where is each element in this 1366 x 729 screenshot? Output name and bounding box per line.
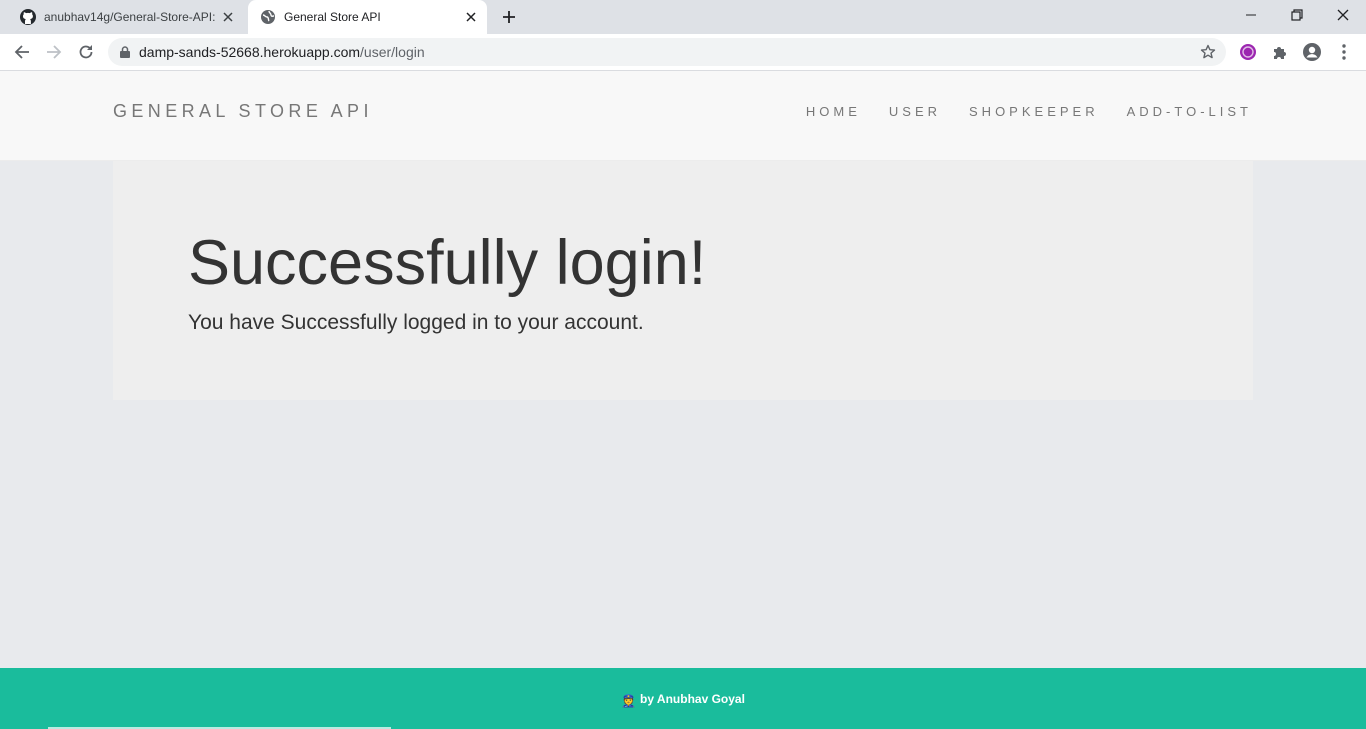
tab-title: anubhav14g/General-Store-API: T xyxy=(44,10,216,24)
close-window-button[interactable] xyxy=(1320,0,1366,30)
extensions-puzzle-icon[interactable] xyxy=(1270,42,1290,62)
url-text: damp-sands-52668.herokuapp.com/user/logi… xyxy=(139,44,425,60)
minimize-button[interactable] xyxy=(1228,0,1274,30)
github-icon xyxy=(20,9,36,25)
success-jumbotron: Successfully login! You have Successfull… xyxy=(113,161,1253,400)
restore-button[interactable] xyxy=(1274,0,1320,30)
browser-tab-strip: anubhav14g/General-Store-API: T General … xyxy=(0,0,1366,34)
site-navbar: GENERAL STORE API HOME USER SHOPKEEPER A… xyxy=(0,71,1366,161)
back-button[interactable] xyxy=(8,38,36,66)
nav-home-link[interactable]: HOME xyxy=(806,104,861,119)
browser-toolbar: damp-sands-52668.herokuapp.com/user/logi… xyxy=(0,34,1366,71)
bookmark-star-icon[interactable] xyxy=(1200,44,1216,60)
close-tab-icon[interactable] xyxy=(459,5,483,29)
nav-user-link[interactable]: USER xyxy=(889,104,941,119)
site-nav: HOME USER SHOPKEEPER ADD-TO-LIST xyxy=(778,104,1252,119)
url-host: damp-sands-52668.herokuapp.com xyxy=(139,44,361,60)
reload-button[interactable] xyxy=(72,38,100,66)
police-officer-icon: 👮 xyxy=(621,694,637,708)
browser-menu-icon[interactable] xyxy=(1334,42,1354,62)
profile-avatar-icon[interactable] xyxy=(1302,42,1322,62)
extension-icon[interactable] xyxy=(1238,42,1258,62)
browser-tab-general-store[interactable]: General Store API xyxy=(248,0,487,34)
lock-icon[interactable] xyxy=(120,46,130,58)
footer-credit: 👮 by Anubhav Goyal xyxy=(0,692,1366,708)
new-tab-button[interactable] xyxy=(497,5,521,29)
address-bar[interactable]: damp-sands-52668.herokuapp.com/user/logi… xyxy=(108,38,1226,66)
footer-credit-text: by Anubhav Goyal xyxy=(640,692,745,706)
tab-title: General Store API xyxy=(284,10,381,24)
page-heading: Successfully login! xyxy=(188,228,707,298)
site-brand[interactable]: GENERAL STORE API xyxy=(113,101,373,122)
close-tab-icon[interactable] xyxy=(216,5,240,29)
globe-icon xyxy=(260,9,276,25)
browser-tab-github[interactable]: anubhav14g/General-Store-API: T xyxy=(8,0,244,34)
url-path: /user/login xyxy=(360,44,425,60)
nav-add-to-list-link[interactable]: ADD-TO-LIST xyxy=(1127,104,1252,119)
forward-button[interactable] xyxy=(40,38,68,66)
nav-shopkeeper-link[interactable]: SHOPKEEPER xyxy=(969,104,1099,119)
site-footer: 👮 by Anubhav Goyal xyxy=(0,668,1366,729)
success-message: You have Successfully logged in to your … xyxy=(188,311,644,334)
